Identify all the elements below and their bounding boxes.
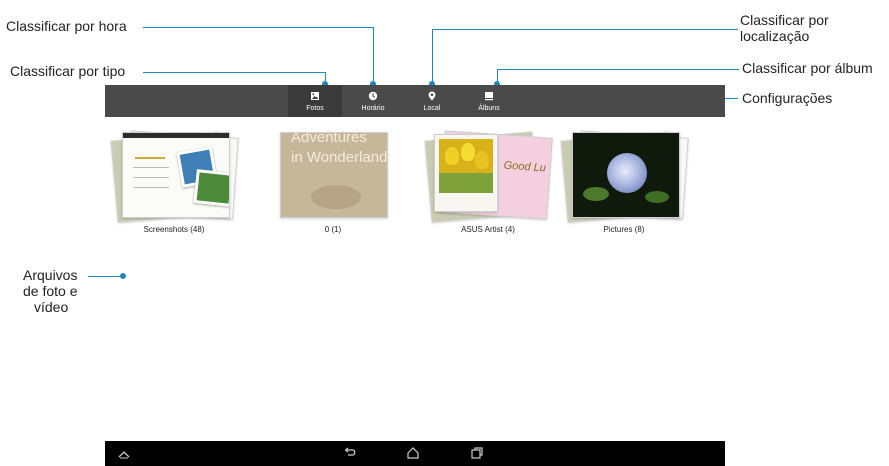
album-screenshots[interactable]: Screenshots (48): [104, 128, 244, 238]
album-thumbnail-stack: [560, 130, 689, 223]
album-label: ASUS Artist (4): [461, 225, 515, 234]
leader-line-album-h: [497, 69, 739, 70]
album-cover-title-line2: in Wonderland: [291, 149, 388, 166]
clock-icon: [368, 91, 378, 101]
album-thumbnail-stack: Adventures in Wonderland: [278, 132, 388, 218]
back-icon[interactable]: [343, 447, 357, 459]
leader-dot-files: [120, 273, 126, 279]
album-thumbnail-stack: [110, 130, 239, 223]
callout-sort-by-album: Classificar por álbum: [742, 60, 873, 76]
album-zero[interactable]: Adventures in Wonderland 0 (1): [263, 128, 403, 238]
tab-time[interactable]: Horário: [346, 85, 400, 117]
tab-albums[interactable]: Álbuns: [462, 85, 516, 117]
album-cover: Adventures in Wonderland: [280, 132, 388, 218]
album-cover-text: Good Lu: [503, 159, 547, 175]
leader-line-type-h: [143, 72, 325, 73]
tab-albums-label: Álbuns: [478, 105, 500, 112]
leader-line-time-v: [373, 27, 374, 83]
leader-line-location-v: [432, 29, 433, 83]
home-icon[interactable]: [406, 446, 420, 460]
album-cover: [572, 132, 680, 218]
location-pin-icon: [428, 91, 436, 101]
gallery-action-bar: Fotos Horário Local Álbuns: [105, 85, 814, 117]
callout-settings: Configurações: [742, 90, 833, 106]
callout-sort-by-type: Classificar por tipo: [10, 63, 126, 79]
leader-line-location-h: [432, 29, 738, 30]
tab-location-label: Local: [423, 105, 441, 112]
up-icon[interactable]: [117, 449, 131, 459]
callout-sort-by-location-line2: localização: [740, 28, 810, 44]
leader-line-files: [88, 276, 122, 277]
album-icon: [485, 92, 493, 101]
overflow-menu-icon[interactable]: [810, 94, 816, 108]
album-cover-title-line1: Adventures: [291, 132, 367, 146]
album-pictures[interactable]: Pictures (8): [554, 128, 694, 238]
album-cover: [439, 139, 493, 193]
tab-location[interactable]: Local: [405, 85, 459, 117]
recent-apps-icon[interactable]: [470, 446, 484, 460]
callout-sort-by-location-line1: Classificar por: [740, 12, 829, 28]
leader-line-time-h: [143, 27, 373, 28]
callout-files-line1: Arquivos: [23, 267, 78, 283]
system-navigation-bar: [105, 441, 725, 466]
tab-photos-label: Fotos: [306, 105, 324, 112]
callout-files-line3: vídeo: [34, 299, 69, 315]
album-label: 0 (1): [324, 225, 342, 234]
callout-sort-by-time: Classificar por hora: [6, 18, 127, 34]
album-label: Pictures (8): [603, 225, 645, 234]
album-asus-artist[interactable]: Good Lu ASUS Artist (4): [418, 128, 558, 238]
album-label: Screenshots (48): [143, 225, 205, 234]
tab-time-label: Horário: [361, 105, 385, 112]
tab-photos[interactable]: Fotos: [288, 85, 342, 117]
photo-icon: [311, 92, 319, 100]
album-cover: [122, 132, 230, 218]
album-thumbnail-stack: Good Lu: [424, 130, 553, 223]
callout-files-line2: de foto e: [23, 283, 78, 299]
